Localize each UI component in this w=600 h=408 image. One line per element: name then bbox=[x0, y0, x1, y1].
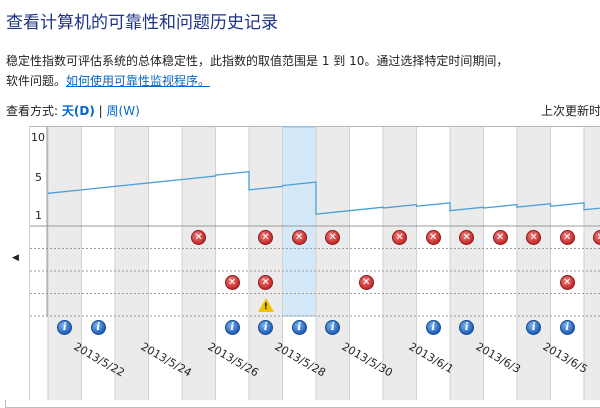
x-error-icon[interactable]: ✕ bbox=[526, 229, 542, 245]
y-tick-label: 1 bbox=[35, 209, 42, 222]
chart-canvas bbox=[30, 126, 600, 400]
x-error-icon[interactable]: ✕ bbox=[291, 229, 307, 245]
chart-column-background bbox=[48, 127, 82, 400]
chart-column-background bbox=[383, 127, 417, 400]
info-icon[interactable]: i bbox=[425, 319, 441, 335]
selected-column-highlight bbox=[282, 126, 317, 317]
x-error-icon[interactable]: ✕ bbox=[358, 274, 374, 290]
info-icon[interactable]: i bbox=[325, 319, 341, 335]
y-tick-label: 10 bbox=[31, 131, 45, 144]
x-error-icon[interactable]: ✕ bbox=[258, 274, 274, 290]
x-error-icon[interactable]: ✕ bbox=[559, 229, 575, 245]
x-error-icon[interactable]: ✕ bbox=[559, 274, 575, 290]
x-error-icon[interactable]: ✕ bbox=[425, 229, 441, 245]
info-icon[interactable]: i bbox=[224, 319, 240, 335]
chart-column-background bbox=[115, 127, 149, 400]
x-error-icon[interactable]: ✕ bbox=[325, 229, 341, 245]
y-tick-label: 5 bbox=[35, 171, 42, 184]
chart-column-background bbox=[182, 127, 216, 400]
info-icon[interactable]: i bbox=[57, 319, 73, 335]
x-error-icon[interactable]: ✕ bbox=[258, 229, 274, 245]
x-error-icon[interactable]: ✕ bbox=[459, 229, 475, 245]
x-error-icon[interactable]: ✕ bbox=[191, 229, 207, 245]
info-icon[interactable]: i bbox=[459, 319, 475, 335]
info-icon[interactable]: i bbox=[90, 319, 106, 335]
x-error-icon[interactable]: ✕ bbox=[492, 229, 508, 245]
chart-column-background bbox=[450, 127, 484, 400]
info-icon[interactable]: i bbox=[526, 319, 542, 335]
chart-column-background bbox=[249, 127, 283, 400]
info-icon[interactable]: i bbox=[559, 319, 575, 335]
x-error-icon[interactable]: ✕ bbox=[593, 229, 600, 245]
warning-triangle-icon[interactable]: ! bbox=[257, 297, 274, 312]
chart-column-background bbox=[517, 127, 551, 400]
x-error-icon[interactable]: ✕ bbox=[392, 229, 408, 245]
chart-column-background bbox=[316, 127, 350, 400]
info-icon[interactable]: i bbox=[258, 319, 274, 335]
chart-column-background bbox=[584, 127, 600, 400]
info-icon[interactable]: i bbox=[291, 319, 307, 335]
x-error-icon[interactable]: ✕ bbox=[224, 274, 240, 290]
